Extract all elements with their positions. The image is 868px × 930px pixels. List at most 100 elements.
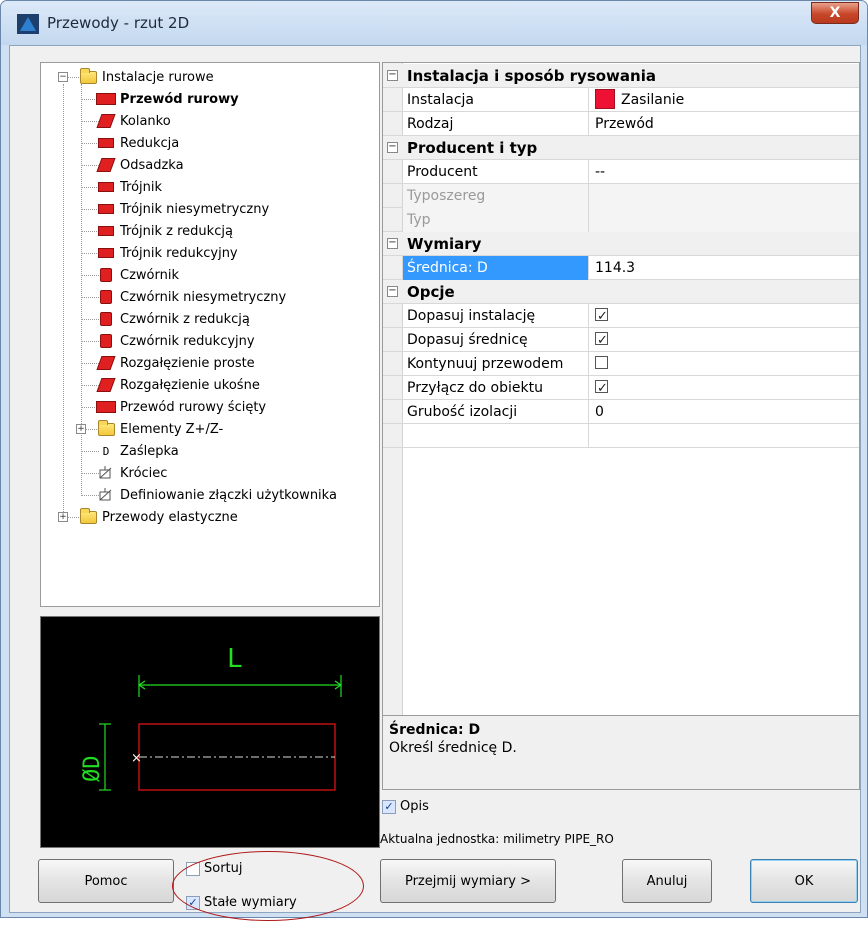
property-value[interactable]	[589, 352, 859, 376]
tree-item[interactable]: Redukcja	[95, 132, 179, 154]
take-dimensions-button[interactable]: Przejmij wymiary >	[380, 859, 556, 903]
property-value[interactable]: Zasilanie	[589, 88, 859, 112]
svg-text:×: ×	[131, 751, 142, 766]
element-tree[interactable]: − Instalacje rurowe Przewód rurowy Kolanko R…	[40, 62, 380, 607]
cross-icon	[95, 311, 117, 327]
tree-item[interactable]: Czwórnik	[95, 264, 179, 286]
property-category[interactable]: − Instalacja i sposób rysowania	[383, 64, 859, 88]
tee-icon	[95, 201, 117, 217]
tree-item-label: Przewód rurowy	[120, 91, 239, 107]
tree-item-label: Trójnik redukcyjny	[120, 245, 238, 261]
tree-item-label: Rozgałęzienie proste	[120, 355, 255, 371]
tree-item[interactable]: Rozgałęzienie ukośne	[95, 374, 260, 396]
ok-button[interactable]: OK	[750, 859, 858, 903]
tee-icon	[95, 223, 117, 239]
tee-icon	[95, 179, 117, 195]
property-value[interactable]: --	[589, 160, 859, 184]
property-value[interactable]: 114.3	[589, 256, 859, 280]
property-value[interactable]	[589, 424, 859, 448]
property-row[interactable]: Grubość izolacji 0	[383, 400, 859, 424]
property-grid[interactable]: − Instalacja i sposób rysowania Instalacja…	[382, 62, 860, 716]
element-preview: L ØD ×	[40, 616, 380, 848]
property-checkbox[interactable]	[595, 329, 608, 353]
folder-icon	[77, 507, 99, 525]
opis-checkbox[interactable]: ✓ Opis	[382, 799, 429, 814]
help-button[interactable]: Pomoc	[38, 859, 174, 903]
current-unit-text: Aktualna jednostka: milimetry PIPE_RO	[380, 832, 614, 846]
property-value[interactable]	[589, 376, 859, 401]
tree-expander[interactable]: +	[58, 512, 68, 522]
elbow-icon	[95, 113, 117, 129]
tree-item[interactable]: Króciec	[95, 462, 167, 484]
property-value[interactable]	[589, 304, 859, 329]
property-row[interactable]: Typoszereg	[383, 184, 859, 208]
title-bar[interactable]: Przewody - rzut 2D X	[1, 1, 867, 45]
collapse-category-icon[interactable]: −	[387, 142, 398, 153]
tree-item[interactable]: Czwórnik niesymetryczny	[95, 286, 286, 308]
property-name: Typoszereg	[403, 184, 589, 208]
user-fitting-icon	[95, 487, 117, 503]
property-row[interactable]: Średnica: D 114.3	[383, 256, 859, 280]
property-category[interactable]: − Opcje	[383, 280, 859, 304]
tree-item-label: Kolanko	[120, 113, 171, 129]
property-row[interactable]: Producent --	[383, 160, 859, 184]
property-name	[403, 424, 589, 448]
property-row[interactable]: Dopasuj średnicę	[383, 328, 859, 353]
property-row[interactable]: Rodzaj Przewód	[383, 112, 859, 136]
property-name: Wymiary	[407, 235, 482, 253]
tree-item[interactable]: D Zaślepka	[95, 440, 179, 462]
property-row[interactable]	[383, 424, 859, 448]
tree-item[interactable]: Trójnik niesymetryczny	[95, 198, 269, 220]
property-name: Kontynuuj przewodem	[403, 352, 589, 376]
property-category[interactable]: − Producent i typ	[383, 136, 859, 160]
tree-item[interactable]: Czwórnik redukcyjny	[95, 330, 255, 352]
property-checkbox[interactable]	[595, 356, 608, 369]
tree-expander[interactable]: −	[58, 72, 68, 82]
tree-item-label: Definiowanie złączki użytkownika	[120, 487, 337, 503]
dialog-window: Przewody - rzut 2D X − Instalacje rurowe P…	[0, 0, 868, 921]
tree-item[interactable]: Definiowanie złączki użytkownika	[95, 484, 337, 506]
property-value[interactable]	[589, 208, 859, 232]
collapse-category-icon[interactable]: −	[387, 238, 398, 249]
close-button[interactable]: X	[811, 2, 859, 24]
property-row[interactable]: Kontynuuj przewodem	[383, 352, 859, 376]
property-row[interactable]: Instalacja Zasilanie	[383, 88, 859, 112]
collapse-category-icon[interactable]: −	[387, 286, 398, 297]
tree-expander[interactable]: +	[76, 424, 86, 434]
opis-checkbox-box[interactable]: ✓	[382, 799, 396, 814]
dialog-client-area: − Instalacje rurowe Przewód rurowy Kolanko R…	[9, 45, 861, 921]
property-checkbox[interactable]	[595, 305, 608, 329]
tree-item[interactable]: Odsadzka	[95, 154, 184, 176]
cancel-button[interactable]: Anuluj	[622, 859, 712, 903]
tree-item[interactable]: Przewody elastyczne	[77, 506, 238, 528]
property-checkbox[interactable]	[595, 377, 608, 401]
collapse-category-icon[interactable]: −	[387, 70, 398, 81]
property-value-text: 0	[595, 404, 604, 420]
tree-item[interactable]: Czwórnik z redukcją	[95, 308, 250, 330]
property-value[interactable]	[589, 184, 859, 208]
property-name: Producent	[403, 160, 589, 184]
tree-item-label: Czwórnik	[120, 267, 179, 283]
property-name: Dopasuj instalację	[403, 304, 589, 328]
property-value[interactable]: Przewód	[589, 112, 859, 136]
property-row[interactable]: Przyłącz do obiektu	[383, 376, 859, 401]
property-value[interactable]	[589, 328, 859, 353]
tree-item[interactable]: Elementy Z+/Z-	[95, 418, 223, 440]
tree-item[interactable]: Przewód rurowy	[95, 88, 239, 110]
pipe-icon	[95, 399, 117, 415]
tree-item[interactable]: Przewód rurowy ścięty	[95, 396, 266, 418]
property-row[interactable]: Typ	[383, 208, 859, 232]
property-name: Średnica: D	[403, 256, 589, 280]
tree-item[interactable]: Trójnik	[95, 176, 162, 198]
tree-item-label: Trójnik niesymetryczny	[120, 201, 270, 217]
tree-item[interactable]: Trójnik z redukcją	[95, 220, 233, 242]
property-value[interactable]: 0	[589, 400, 859, 424]
property-row[interactable]: Dopasuj instalację	[383, 304, 859, 329]
cross-icon	[95, 333, 117, 349]
tree-item[interactable]: Trójnik redukcyjny	[95, 242, 238, 264]
tree-item[interactable]: Rozgałęzienie proste	[95, 352, 255, 374]
tree-item[interactable]: Instalacje rurowe	[77, 66, 214, 88]
tree-item[interactable]: Kolanko	[95, 110, 171, 132]
branch-icon	[95, 355, 117, 371]
property-category[interactable]: − Wymiary	[383, 232, 859, 256]
